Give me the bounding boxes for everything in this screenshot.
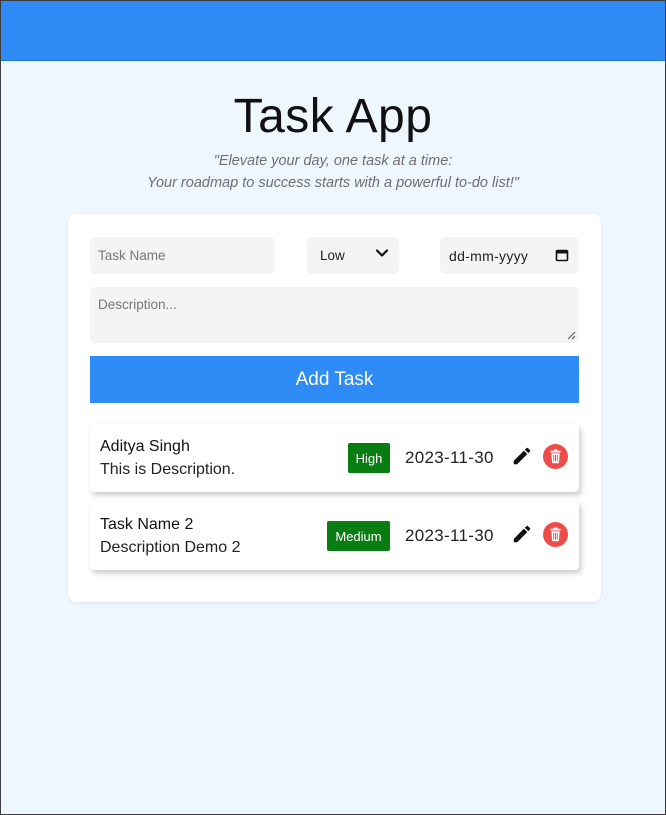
trash-icon[interactable] [543, 444, 568, 469]
tagline-line-1: "Elevate your day, one task at a time: [213, 153, 453, 169]
task-item: Task Name 2 Description Demo 2 Medium 20… [90, 502, 579, 570]
task-card: Task Name Low dd-mm-yyyy Description... … [68, 214, 601, 602]
task-name-placeholder: Task Name [98, 248, 166, 263]
pencil-icon[interactable] [511, 445, 533, 467]
description-textarea[interactable]: Description... [90, 287, 579, 343]
priority-badge: Medium [327, 521, 390, 551]
priority-select[interactable]: Low [307, 237, 399, 274]
task-due-date: 2023-11-30 [405, 526, 494, 545]
date-placeholder: dd-mm-yyyy [449, 247, 529, 264]
pencil-icon[interactable] [511, 523, 533, 545]
task-due-date: 2023-11-30 [405, 448, 494, 467]
resize-grip-icon[interactable] [567, 331, 576, 340]
task-item: Aditya Singh This is Description. High 2… [90, 424, 579, 492]
due-date-input[interactable]: dd-mm-yyyy [440, 237, 579, 274]
priority-selected-value: Low [320, 248, 345, 263]
trash-icon[interactable] [543, 522, 568, 547]
tagline: "Elevate your day, one task at a time: Y… [1, 150, 665, 194]
task-title: Aditya Singh [100, 438, 190, 455]
description-placeholder: Description... [98, 297, 177, 312]
chevron-down-icon [375, 249, 389, 257]
add-task-button[interactable]: Add Task [90, 356, 579, 403]
priority-badge: High [348, 443, 390, 473]
calendar-icon[interactable] [555, 248, 569, 262]
top-bar [1, 1, 665, 61]
tagline-line-2: Your roadmap to success starts with a po… [147, 175, 519, 191]
task-description: Description Demo 2 [100, 539, 241, 556]
task-title: Task Name 2 [100, 516, 194, 533]
page-title: Task App [233, 90, 433, 143]
task-name-input[interactable]: Task Name [90, 237, 275, 274]
task-description: This is Description. [100, 461, 236, 478]
